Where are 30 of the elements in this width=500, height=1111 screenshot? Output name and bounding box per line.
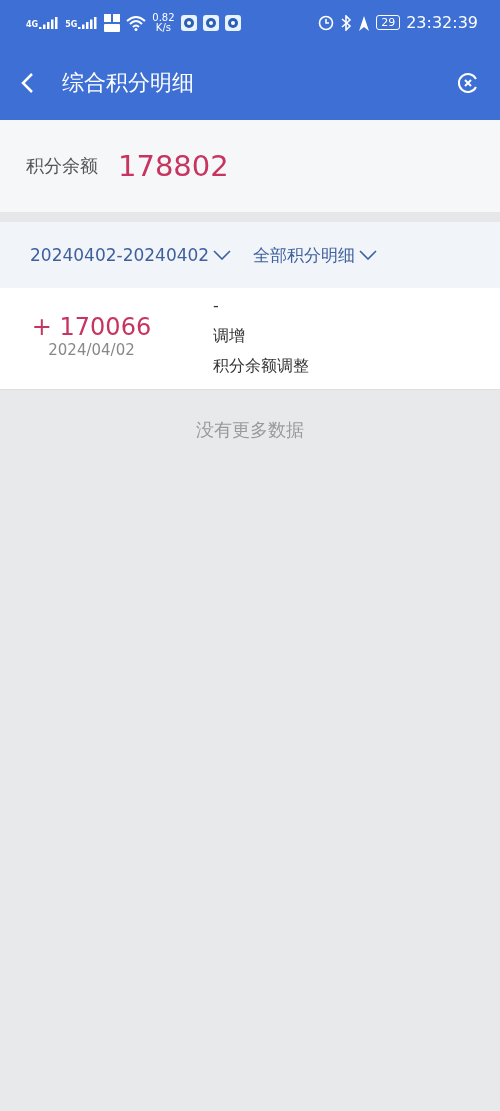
balance-value: 178802 — [118, 149, 229, 183]
record-detail: - — [213, 295, 220, 317]
bluetooth-icon — [340, 14, 353, 31]
page-title: 综合积分明细 — [62, 68, 195, 97]
signal-icon — [39, 16, 60, 29]
network-label: 4G — [26, 20, 39, 29]
close-icon[interactable] — [456, 70, 480, 95]
record-detail: 积分余额调整 — [213, 355, 309, 377]
filter-dropdown[interactable]: 20240402-20240402 — [30, 245, 232, 265]
caret-icon — [213, 250, 232, 260]
app-icon — [180, 14, 197, 31]
battery-level: 29 — [376, 15, 401, 30]
caret-icon — [359, 250, 378, 260]
filter-dropdown[interactable]: 全部积分明细 — [253, 243, 378, 267]
no-more-data: 没有更多数据 — [195, 418, 305, 442]
points-amount: + 170066 — [31, 312, 152, 341]
alarm-icon — [318, 14, 335, 31]
balance-label: 积分余额 — [26, 154, 98, 178]
record-detail: 调增 — [213, 325, 246, 347]
app-icon — [224, 14, 241, 31]
clock: 23:32:39 — [406, 13, 478, 32]
back-icon[interactable] — [20, 71, 34, 94]
signal-icon — [78, 16, 99, 29]
location-icon — [358, 14, 371, 31]
network-label: 5G — [65, 20, 78, 29]
speed-unit: K/s — [155, 22, 171, 33]
speed-value: 0.82 — [152, 12, 175, 23]
record-date: 2024/04/02 — [48, 340, 135, 359]
wifi-icon — [126, 14, 147, 31]
app-icon — [202, 14, 219, 31]
